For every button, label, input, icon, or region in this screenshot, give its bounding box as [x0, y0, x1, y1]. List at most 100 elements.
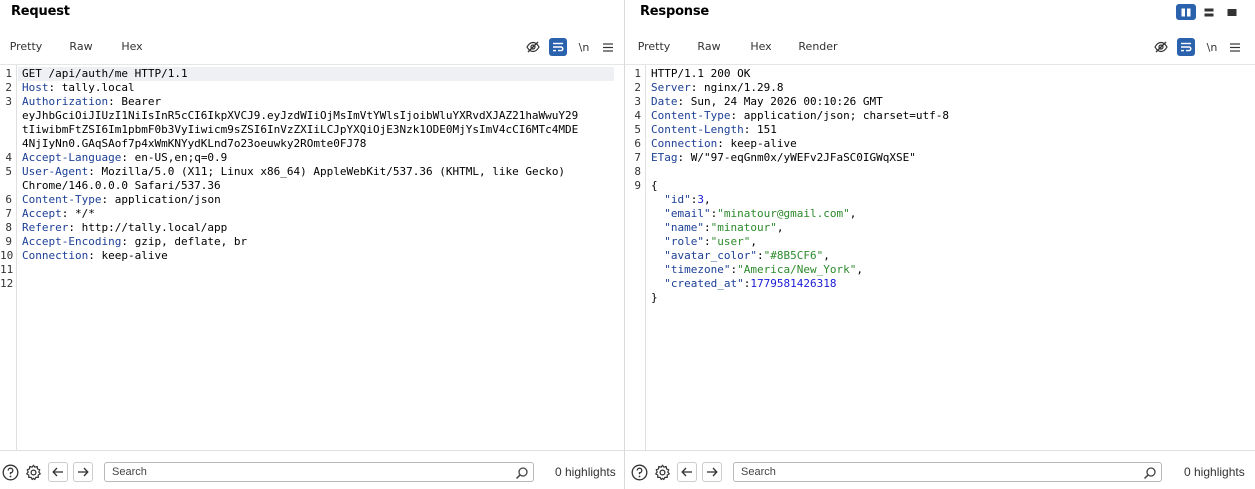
token: Content-Type [22, 193, 102, 206]
wrap-lines-icon[interactable] [1177, 38, 1195, 56]
menu-icon[interactable] [599, 38, 617, 56]
token: , [750, 235, 757, 248]
line-number: 5 [634, 123, 641, 136]
tab-pretty[interactable]: Pretty [0, 34, 52, 62]
token: : http://tally.local/app [68, 221, 228, 234]
tab-hex[interactable]: Hex [739, 34, 783, 62]
line-number: 3 [634, 95, 641, 108]
code-line: 8 [625, 165, 1255, 179]
tab-render[interactable]: Render [791, 34, 845, 62]
token: "minatour@gmail.com" [717, 207, 850, 220]
newline-toggle[interactable]: \n [1203, 38, 1221, 56]
wrap-lines-icon[interactable] [549, 38, 567, 56]
response-editor[interactable]: 1 HTTP/1.1 200 OK 2 Server: nginx/1.29.8 3 Da… [625, 64, 1255, 450]
line-content: Date: Sun, 24 May 2026 00:10:26 GMT [651, 95, 883, 109]
line-number: 4 [5, 151, 12, 164]
next-match-button[interactable] [702, 462, 722, 482]
token: "id" [664, 193, 691, 206]
token: } [651, 291, 658, 304]
token: : 151 [743, 123, 777, 136]
line-number: 2 [5, 81, 12, 94]
token: Chrome/146.0.0.0 Safari/537.36 [22, 179, 221, 192]
search-icon[interactable] [1143, 465, 1157, 480]
line-content: "id":3, [651, 193, 710, 207]
line-content: } [651, 291, 658, 305]
menu-icon[interactable] [1226, 38, 1244, 56]
token: Host [22, 81, 49, 94]
token: "America/New_York" [737, 263, 857, 276]
newline-toggle[interactable]: \n [575, 38, 593, 56]
token: , [856, 263, 863, 276]
help-icon[interactable] [0, 462, 20, 482]
code-line: 3 Authorization: Bearer [0, 95, 624, 109]
line-content: 4NjIyNn0.GAqSAof7p4xWmKNYydKLnd7o23oeuwk… [22, 137, 366, 151]
token: , [849, 207, 857, 220]
code-line: 6 Connection: keep-alive [625, 137, 1255, 151]
request-search-input[interactable] [112, 465, 492, 479]
token: "minatour" [710, 221, 777, 234]
code-line: 9{ [625, 179, 1255, 193]
token: ETag [651, 151, 678, 164]
layout-tabbed-icon[interactable] [1222, 4, 1242, 20]
code-line: 2 Host: tally.local [0, 81, 624, 95]
settings-gear-icon[interactable] [23, 462, 43, 482]
layout-side-by-side-icon[interactable] [1176, 4, 1196, 20]
code-line: 7 ETag: W/"97-eqGnm0x/yWEFv2JFaSC0IGWqXSE… [625, 151, 1255, 165]
settings-gear-icon[interactable] [652, 462, 672, 482]
token: : gzip, deflate, br [121, 235, 248, 248]
line-content: ETag: W/"97-eqGnm0x/yWEFv2JFaSC0IGWqXSE" [651, 151, 916, 165]
previous-match-button[interactable] [48, 462, 68, 482]
tab-raw[interactable]: Raw [56, 34, 106, 62]
previous-match-button[interactable] [677, 462, 697, 482]
code-line: eyJhbGciOiJIUzI1NiIsInR5cCI6IkpXVCJ9.eyJ… [0, 109, 624, 123]
line-content: User-Agent: Mozilla/5.0 (X11; Linux x86_… [22, 165, 565, 179]
hide-nonprintable-icon[interactable] [1152, 38, 1170, 56]
line-number: 12 [0, 277, 14, 290]
search-icon[interactable] [515, 465, 529, 480]
request-lines: 1 GET /api/auth/me HTTP/1.1 2 Host: tally.l… [0, 67, 624, 291]
token: "created_at" [664, 277, 744, 290]
code-line: 12 [0, 277, 624, 291]
line-content: Content-Type: application/json [22, 193, 221, 207]
line-number: 1 [5, 67, 12, 80]
code-line: 6 Content-Type: application/json [0, 193, 624, 207]
line-number: 3 [5, 95, 12, 108]
request-editor[interactable]: 1 GET /api/auth/me HTTP/1.1 2 Host: tally.l… [0, 64, 624, 450]
line-content: Referer: http://tally.local/app [22, 221, 227, 235]
response-title: Response [640, 4, 710, 19]
line-number: 5 [5, 165, 12, 178]
line-content: Authorization: Bearer [22, 95, 161, 109]
help-icon[interactable] [629, 462, 649, 482]
token: Date [651, 95, 678, 108]
token: 3 [697, 193, 704, 206]
token: GET /api/auth/me HTTP/1.1 [22, 67, 188, 80]
token: "email" [664, 207, 711, 220]
token: "user" [710, 235, 751, 248]
layout-toggle [1176, 4, 1246, 20]
token: : W/"97-eqGnm0x/yWEFv2JFaSC0IGWqXSE" [677, 151, 916, 164]
request-pane: Request Pretty Raw Hex \n 1 GET /api/auth… [0, 0, 624, 489]
response-search-box [733, 462, 1162, 482]
request-title: Request [11, 4, 70, 19]
code-line: Chrome/146.0.0.0 Safari/537.36 [0, 179, 624, 193]
token: Accept-Language [22, 151, 122, 164]
layout-stacked-icon[interactable] [1199, 4, 1219, 20]
next-match-button[interactable] [73, 462, 93, 482]
code-line: 8 Referer: http://tally.local/app [0, 221, 624, 235]
token: "avatar_color" [664, 249, 757, 262]
tab-hex[interactable]: Hex [110, 34, 154, 62]
code-line: "role":"user", [625, 235, 1255, 249]
tab-raw[interactable]: Raw [687, 34, 731, 62]
response-search-input[interactable] [741, 465, 1121, 479]
token: : application/json [101, 193, 221, 206]
token: Authorization [22, 95, 109, 108]
token: : keep-alive [717, 137, 797, 150]
line-content: HTTP/1.1 200 OK [651, 67, 750, 81]
code-line: "email":"minatour@gmail.com", [625, 207, 1255, 221]
token: Content-Type [651, 109, 731, 122]
line-content: Connection: keep-alive [651, 137, 797, 151]
tab-pretty[interactable]: Pretty [625, 34, 683, 62]
hide-nonprintable-icon[interactable] [524, 38, 542, 56]
